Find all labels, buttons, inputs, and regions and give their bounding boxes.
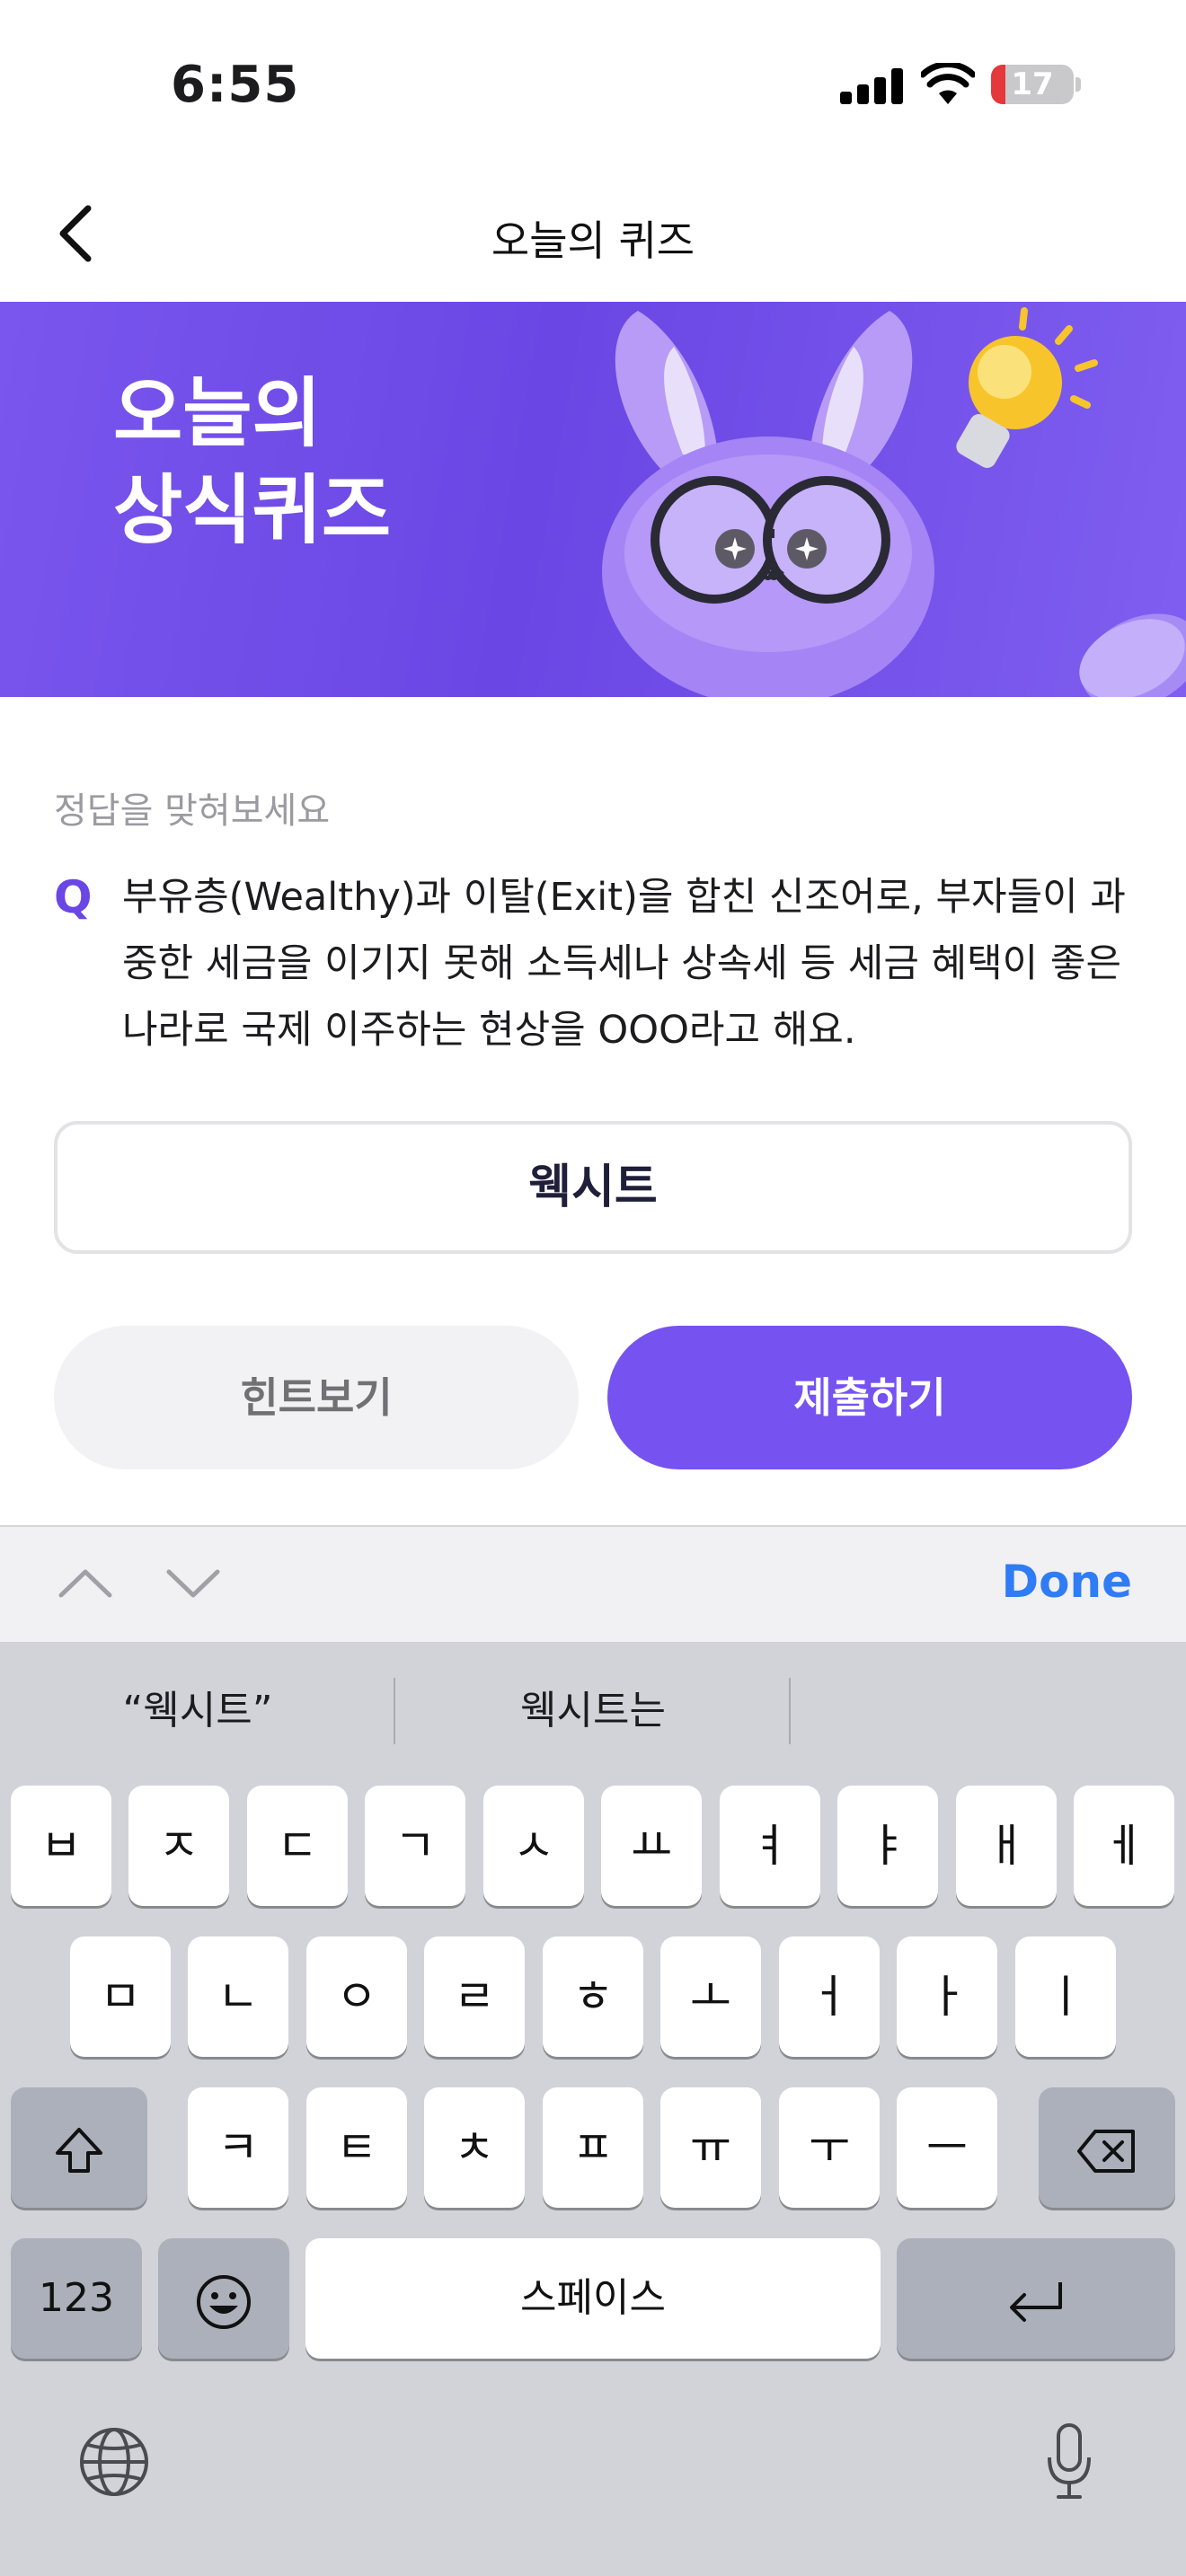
emoji-key[interactable] (158, 2238, 289, 2359)
battery-level: 17 (1011, 66, 1054, 102)
keyboard-accessory-bar: Done (0, 1525, 1186, 1642)
key[interactable]: ㅇ (306, 1936, 407, 2057)
nav-bar: 오늘의 퀴즈 (0, 171, 1186, 302)
key[interactable]: ㅓ (779, 1936, 880, 2057)
key[interactable]: ㅑ (837, 1786, 938, 1906)
key[interactable]: ㅋ (188, 2087, 288, 2208)
backspace-icon (1077, 2129, 1135, 2173)
key[interactable]: ㅈ (128, 1786, 229, 1906)
battery-nub (1075, 77, 1081, 92)
space-key[interactable]: 스페이스 (305, 2238, 881, 2359)
status-bar: 6:55 17 (0, 0, 1186, 171)
key[interactable]: ㅍ (543, 2087, 643, 2208)
status-time: 6:55 (171, 56, 300, 114)
key[interactable]: ㅏ (897, 1936, 997, 2057)
signal-icon (840, 68, 903, 104)
microphone-icon[interactable] (1042, 2422, 1096, 2502)
chevron-up-icon[interactable] (56, 1561, 115, 1606)
wifi-icon (921, 63, 975, 104)
key[interactable]: ㅌ (306, 2087, 407, 2208)
question-text: 부유층(Wealthy)과 이탈(Exit)을 합친 신조어로, 부자들이 과중… (122, 875, 1126, 1053)
shift-icon (56, 2127, 102, 2173)
key[interactable]: ㅐ (956, 1786, 1057, 1906)
submit-button[interactable]: 제출하기 (607, 1326, 1132, 1469)
key[interactable]: ㅊ (424, 2087, 525, 2208)
backspace-key[interactable] (1039, 2087, 1175, 2208)
key[interactable]: ㅅ (483, 1786, 584, 1906)
keyboard: “웩시트” 웩시트는 ㅂ ㅈ ㄷ ㄱ ㅅ ㅛ ㅕ ㅑ ㅐ ㅔ ㅁ ㄴ ㅇ ㄹ ㅎ… (0, 1642, 1186, 2576)
hint-button[interactable]: 힌트보기 (54, 1326, 579, 1469)
key[interactable]: ㅗ (660, 1936, 761, 2057)
key[interactable]: ㅎ (543, 1936, 643, 2057)
return-key[interactable] (897, 2238, 1175, 2359)
page-title: 오늘의 퀴즈 (491, 216, 695, 265)
key[interactable]: ㄷ (247, 1786, 348, 1906)
banner-title: 오늘의 상식퀴즈 (113, 365, 391, 559)
suggestion-1[interactable]: “웩시트” (0, 1678, 395, 1735)
chevron-down-icon[interactable] (164, 1561, 223, 1606)
key[interactable]: ㅛ (601, 1786, 702, 1906)
key[interactable]: ㅁ (70, 1936, 171, 2057)
quiz-banner: 오늘의 상식퀴즈 (0, 302, 1186, 697)
done-button[interactable]: Done (1002, 1556, 1132, 1608)
shift-key[interactable] (11, 2087, 147, 2208)
key[interactable]: ㅡ (897, 2087, 997, 2208)
banner-title-line1: 오늘의 (113, 369, 322, 457)
key[interactable]: ㅣ (1015, 1936, 1116, 2057)
key[interactable]: ㄱ (365, 1786, 465, 1906)
rabbit-mascot-illustration (602, 307, 1186, 697)
key[interactable]: ㄴ (188, 1936, 288, 2057)
suggestion-bar: “웩시트” 웩시트는 (0, 1642, 1186, 1782)
globe-icon[interactable] (77, 2425, 151, 2499)
key[interactable]: ㄹ (424, 1936, 525, 2057)
key[interactable]: ㅜ (779, 2087, 880, 2208)
numbers-key[interactable]: 123 (11, 2238, 142, 2359)
question-mark: Q (54, 871, 93, 923)
battery-icon: 17 (991, 65, 1074, 104)
suggestion-divider (789, 1678, 791, 1744)
suggestion-2[interactable]: 웩시트는 (395, 1678, 791, 1735)
key[interactable]: ㅂ (11, 1786, 111, 1906)
emoji-icon (197, 2274, 251, 2329)
key[interactable]: ㅕ (720, 1786, 820, 1906)
key[interactable]: ㅠ (660, 2087, 761, 2208)
return-icon (1010, 2281, 1062, 2322)
answer-input[interactable]: 웩시트 (54, 1121, 1132, 1254)
key[interactable]: ㅔ (1074, 1786, 1174, 1906)
quiz-instruction: 정답을 맞혀보세요 (54, 790, 331, 832)
banner-title-line2: 상식퀴즈 (113, 466, 392, 554)
